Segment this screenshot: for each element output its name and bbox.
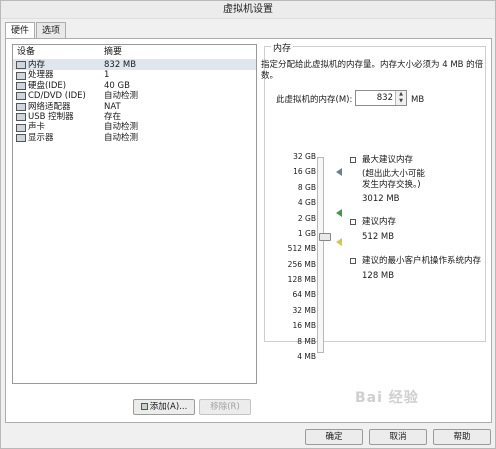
guest-min-swatch (350, 258, 356, 264)
scale-tick-label: 4 GB (297, 198, 316, 208)
column-summary-header[interactable]: 摘要 (101, 45, 122, 59)
recommended-title: 建议内存 (362, 217, 397, 227)
device-summary: NAT (104, 101, 121, 112)
recommended-value: 512 MB (362, 232, 395, 242)
max-recommended-swatch (350, 157, 356, 163)
device-row[interactable]: 处理器 1 (13, 70, 256, 80)
display-icon (16, 133, 26, 142)
memory-slider-track[interactable] (317, 157, 324, 353)
device-summary: 存在 (104, 111, 122, 122)
remove-device-button[interactable]: 移除(R) (199, 399, 251, 415)
device-row[interactable]: 硬盘(IDE) 40 GB (13, 81, 256, 91)
memory-stepper-arrows[interactable]: ▲ ▼ (395, 91, 406, 105)
device-summary: 1 (104, 70, 110, 81)
scale-tick-label: 256 MB (287, 259, 316, 269)
device-cell: 显示器 (13, 133, 101, 143)
ok-button[interactable]: 确定 (305, 429, 363, 445)
device-summary: 40 GB (104, 80, 130, 91)
sound-card-icon (16, 123, 26, 132)
device-cell: CD/DVD (IDE) (13, 91, 101, 101)
device-rows: 内存 832 MB 处理器 1 硬盘(IDE) 40 GB CD/DVD (IDE) 自动检测… (13, 60, 256, 143)
device-list: 设备 摘要 内存 832 MB 处理器 1 硬盘(IDE) 40 GB CD/DVD (ID… (12, 44, 257, 384)
device-row[interactable]: CD/DVD (IDE) 自动检测 (13, 91, 256, 101)
usb-controller-icon (16, 113, 26, 122)
device-cell: 内存 (13, 60, 101, 70)
device-name: USB 控制器 (28, 111, 74, 122)
device-row[interactable]: 内存 832 MB (13, 60, 256, 71)
help-button[interactable]: 帮助 (433, 429, 491, 445)
scale-tick-label: 16 GB (293, 167, 316, 177)
tab-options[interactable]: 选项 (36, 22, 67, 39)
max-recommended-note-1: (超出此大小可能 (362, 169, 425, 179)
memory-value[interactable]: 832 (377, 91, 393, 105)
watermark: Bai 经验 (355, 390, 419, 406)
cd-dvd-icon (16, 92, 26, 101)
hard-disk-icon (16, 81, 26, 90)
processor-icon (16, 71, 26, 80)
memory-slider-thumb[interactable] (319, 233, 331, 241)
scale-tick-label: 128 MB (287, 275, 316, 285)
device-name: 硬盘(IDE) (28, 80, 67, 91)
cancel-button[interactable]: 取消 (369, 429, 427, 445)
hardware-panel: 设备 摘要 内存 832 MB 处理器 1 硬盘(IDE) 40 GB CD/DVD (ID… (5, 38, 492, 423)
memory-scale-labels: 32 GB 16 GB 8 GB 4 GB 2 GB 1 GB 512 MB 256 MB 12… (281, 153, 316, 361)
device-row[interactable]: 网络适配器 NAT (13, 102, 256, 112)
device-cell: 声卡 (13, 122, 101, 132)
memory-unit: MB (411, 95, 425, 105)
max-recommended-value: 3012 MB (362, 194, 400, 204)
device-row[interactable]: 声卡 自动检测 (13, 122, 256, 132)
device-name: 声卡 (28, 122, 46, 133)
device-name: 显示器 (28, 132, 54, 143)
device-summary: 832 MB (104, 60, 137, 70)
memory-group-title: 内存 (271, 41, 294, 54)
guest-min-marker (336, 238, 342, 246)
memory-description: 指定分配给此虚拟机的内存量。内存大小必须为 4 MB 的倍数。 (261, 60, 484, 81)
memory-spinbox[interactable]: 832 ▲ ▼ (355, 90, 407, 106)
device-cell: USB 控制器 (13, 112, 101, 122)
device-summary: 自动检测 (104, 122, 139, 133)
scale-tick-label: 4 MB (297, 352, 316, 361)
scale-tick-label: 16 MB (292, 321, 316, 331)
add-device-button[interactable]: 添加(A)... (133, 399, 195, 415)
device-cell: 处理器 (13, 70, 101, 80)
scale-tick-label: 32 MB (292, 305, 316, 315)
recommended-swatch (350, 219, 356, 225)
device-name: CD/DVD (IDE) (28, 91, 86, 102)
tab-bar: 硬件 选项 (5, 22, 67, 40)
device-summary: 自动检测 (104, 132, 139, 143)
network-adapter-icon (16, 102, 26, 111)
device-cell: 硬盘(IDE) (13, 81, 101, 91)
scale-tick-label: 64 MB (292, 290, 316, 300)
scale-tick-label: 8 GB (297, 182, 316, 192)
scale-tick-label: 512 MB (287, 244, 316, 254)
guest-min-title: 建议的最小客户机操作系统内存 (362, 256, 482, 266)
scale-tick-label: 1 GB (297, 228, 316, 238)
device-row[interactable]: 显示器 自动检测 (13, 133, 256, 143)
device-name: 网络适配器 (28, 101, 71, 112)
dialog-button-bar: 确定 取消 帮助 (1, 425, 495, 448)
scale-tick-label: 32 GB (293, 152, 316, 161)
device-name: 处理器 (28, 70, 54, 81)
settings-window: 虚拟机设置 硬件 选项 设备 摘要 内存 832 MB 处理器 1 硬盘(IDE) 40 … (0, 0, 496, 449)
device-summary: 自动检测 (104, 91, 139, 102)
max-recommended-marker (336, 168, 342, 176)
device-row[interactable]: USB 控制器 存在 (13, 112, 256, 122)
device-name: 内存 (28, 60, 46, 70)
memory-icon (16, 61, 26, 70)
max-recommended-note-2: 发生内存交换。) (362, 180, 421, 190)
add-device-label: 添加(A)... (149, 402, 188, 412)
window-title: 虚拟机设置 (1, 1, 495, 19)
max-recommended-title: 最大建议内存 (362, 155, 414, 165)
column-device-header[interactable]: 设备 (13, 45, 101, 59)
scale-tick-label: 2 GB (297, 213, 316, 223)
memory-field-label: 此虚拟机的内存(M): (276, 95, 353, 105)
device-cell: 网络适配器 (13, 102, 101, 112)
scale-tick-label: 8 MB (297, 336, 316, 346)
guest-min-value: 128 MB (362, 271, 395, 281)
recommended-marker (336, 209, 342, 217)
device-list-header: 设备 摘要 (13, 45, 256, 60)
add-device-icon (140, 403, 148, 410)
